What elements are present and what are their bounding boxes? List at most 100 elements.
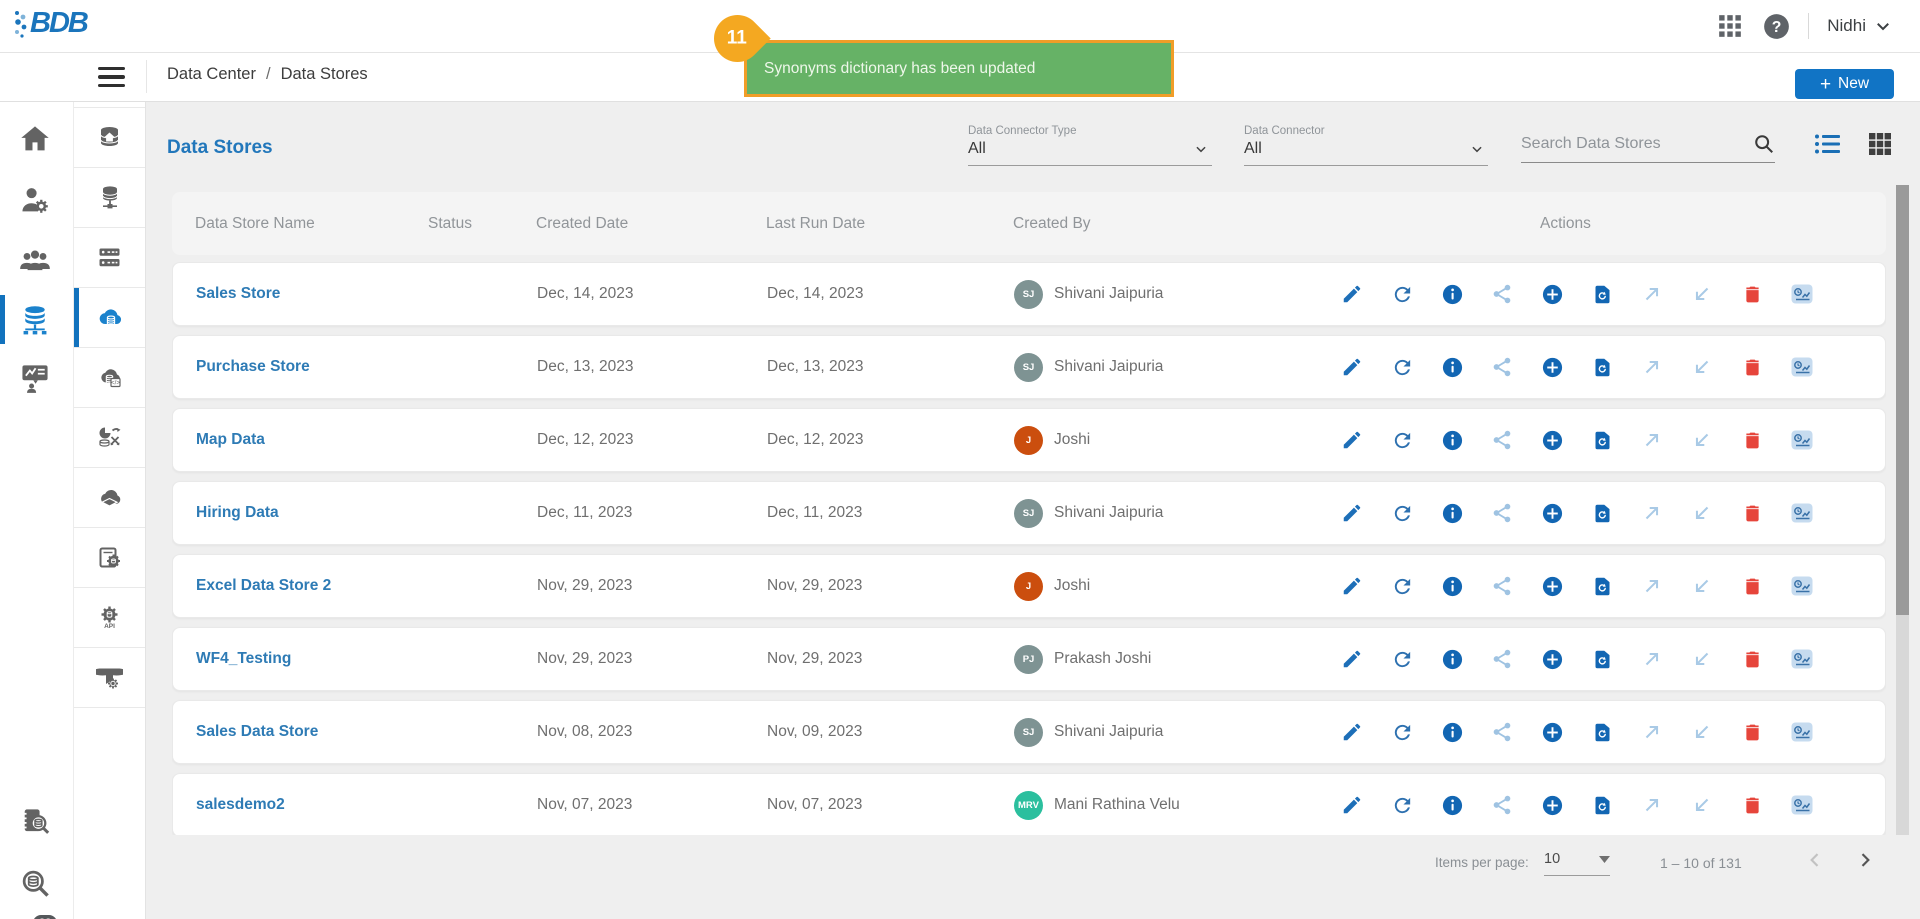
- data-store-name-link[interactable]: Map Data: [173, 431, 429, 449]
- share-icon[interactable]: [1489, 500, 1515, 526]
- user-groups-icon[interactable]: [19, 245, 51, 277]
- share-icon[interactable]: [1489, 573, 1515, 599]
- items-per-page-select[interactable]: 10: [1544, 851, 1610, 876]
- pull-arrow-icon[interactable]: [1689, 427, 1715, 453]
- refresh-icon[interactable]: [1389, 427, 1415, 453]
- push-arrow-icon[interactable]: [1639, 281, 1665, 307]
- pull-arrow-icon[interactable]: [1689, 500, 1715, 526]
- analytics-icon[interactable]: [1789, 719, 1815, 745]
- share-icon[interactable]: [1489, 427, 1515, 453]
- push-arrow-icon[interactable]: [1639, 792, 1665, 818]
- info-icon[interactable]: [1439, 354, 1465, 380]
- data-store-name-link[interactable]: Purchase Store: [173, 358, 429, 376]
- restore-icon[interactable]: [1589, 792, 1615, 818]
- edit-icon[interactable]: [1339, 573, 1365, 599]
- data-store-name-link[interactable]: Hiring Data: [173, 504, 429, 522]
- refresh-icon[interactable]: [1389, 573, 1415, 599]
- add-icon[interactable]: [1539, 719, 1565, 745]
- push-arrow-icon[interactable]: [1639, 354, 1665, 380]
- previous-page-button[interactable]: [1802, 847, 1828, 873]
- push-arrow-icon[interactable]: [1639, 573, 1665, 599]
- home-icon[interactable]: [19, 123, 51, 155]
- edit-icon[interactable]: [1339, 719, 1365, 745]
- delete-icon[interactable]: [1739, 281, 1765, 307]
- info-icon[interactable]: [1439, 500, 1465, 526]
- restore-icon[interactable]: [1589, 573, 1615, 599]
- refresh-icon[interactable]: [1389, 792, 1415, 818]
- sidebar-item-data-store-code[interactable]: </>: [74, 348, 145, 408]
- data-connector-type-filter[interactable]: Data Connector Type All: [968, 125, 1212, 166]
- info-icon[interactable]: [1439, 719, 1465, 745]
- edit-icon[interactable]: [1339, 792, 1365, 818]
- refresh-icon[interactable]: [1389, 500, 1415, 526]
- menu-toggle-icon[interactable]: [98, 67, 125, 87]
- sidebar-item-data-stores[interactable]: [74, 288, 145, 348]
- data-store-name-link[interactable]: salesdemo2: [173, 796, 429, 814]
- sidebar-item-data-lake[interactable]: [74, 468, 145, 528]
- edit-icon[interactable]: [1339, 646, 1365, 672]
- pull-arrow-icon[interactable]: [1689, 646, 1715, 672]
- analytics-icon[interactable]: [1789, 792, 1815, 818]
- breadcrumb-data-center[interactable]: Data Center: [167, 65, 256, 84]
- add-icon[interactable]: [1539, 573, 1565, 599]
- restore-icon[interactable]: [1589, 354, 1615, 380]
- add-icon[interactable]: [1539, 500, 1565, 526]
- analytics-icon[interactable]: [1789, 573, 1815, 599]
- add-icon[interactable]: [1539, 354, 1565, 380]
- pull-arrow-icon[interactable]: [1689, 573, 1715, 599]
- add-icon[interactable]: [1539, 281, 1565, 307]
- apps-grid-icon[interactable]: [1716, 12, 1744, 40]
- analytics-icon[interactable]: [1789, 281, 1815, 307]
- delete-icon[interactable]: [1739, 792, 1765, 818]
- restore-icon[interactable]: [1589, 719, 1615, 745]
- restore-icon[interactable]: [1589, 281, 1615, 307]
- refresh-icon[interactable]: [1389, 354, 1415, 380]
- info-icon[interactable]: [1439, 792, 1465, 818]
- search-input[interactable]: [1521, 129, 1775, 163]
- info-icon[interactable]: [1439, 281, 1465, 307]
- edit-icon[interactable]: [1339, 500, 1365, 526]
- breadcrumb-data-stores[interactable]: Data Stores: [281, 65, 368, 84]
- data-connector-filter[interactable]: Data Connector All: [1244, 125, 1488, 166]
- pull-arrow-icon[interactable]: [1689, 354, 1715, 380]
- survey-icon[interactable]: [19, 362, 51, 394]
- delete-icon[interactable]: [1739, 500, 1765, 526]
- add-icon[interactable]: [1539, 792, 1565, 818]
- sidebar-item-data-sandbox[interactable]: [74, 228, 145, 288]
- sidebar-item-data-sync[interactable]: [74, 408, 145, 468]
- refresh-icon[interactable]: [1389, 719, 1415, 745]
- info-icon[interactable]: [1439, 427, 1465, 453]
- sidebar-item-data-filter[interactable]: [74, 648, 145, 708]
- restore-icon[interactable]: [1589, 500, 1615, 526]
- sidebar-item-data-home[interactable]: [74, 107, 145, 168]
- push-arrow-icon[interactable]: [1639, 500, 1665, 526]
- analytics-icon[interactable]: [1789, 427, 1815, 453]
- pull-arrow-icon[interactable]: [1689, 281, 1715, 307]
- info-icon[interactable]: [1439, 646, 1465, 672]
- delete-icon[interactable]: [1739, 354, 1765, 380]
- data-store-name-link[interactable]: Sales Data Store: [173, 723, 429, 741]
- share-icon[interactable]: [1489, 354, 1515, 380]
- user-settings-icon[interactable]: [19, 184, 51, 216]
- next-page-button[interactable]: [1852, 847, 1878, 873]
- refresh-icon[interactable]: [1389, 646, 1415, 672]
- pull-arrow-icon[interactable]: [1689, 792, 1715, 818]
- data-store-name-link[interactable]: Excel Data Store 2: [173, 577, 429, 595]
- share-icon[interactable]: [1489, 792, 1515, 818]
- refresh-icon[interactable]: [1389, 281, 1415, 307]
- share-icon[interactable]: [1489, 719, 1515, 745]
- help-icon[interactable]: ?: [1762, 12, 1790, 40]
- data-center-icon[interactable]: [19, 304, 51, 336]
- add-icon[interactable]: [1539, 427, 1565, 453]
- edit-icon[interactable]: [1339, 427, 1365, 453]
- analytics-icon[interactable]: [1789, 500, 1815, 526]
- share-icon[interactable]: [1489, 281, 1515, 307]
- push-arrow-icon[interactable]: [1639, 646, 1665, 672]
- edit-icon[interactable]: [1339, 281, 1365, 307]
- analytics-icon[interactable]: [1789, 354, 1815, 380]
- new-button[interactable]: + New: [1795, 69, 1894, 99]
- pull-arrow-icon[interactable]: [1689, 719, 1715, 745]
- delete-icon[interactable]: [1739, 646, 1765, 672]
- data-search-icon[interactable]: [19, 867, 51, 899]
- grid-view-icon[interactable]: [1868, 132, 1894, 156]
